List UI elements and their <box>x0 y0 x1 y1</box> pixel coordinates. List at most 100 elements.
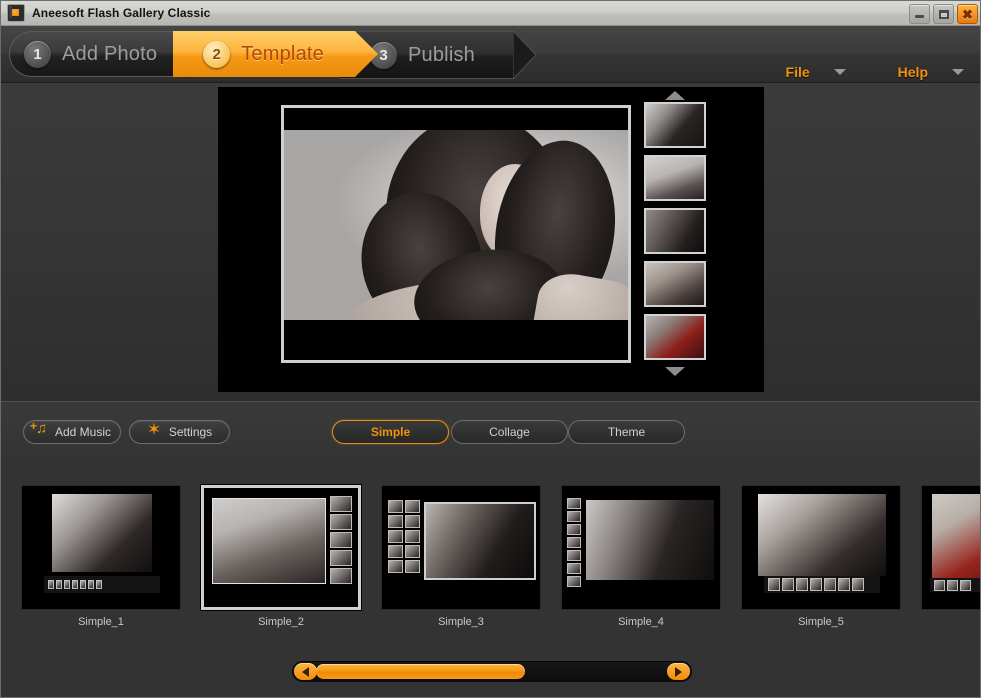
mini-thumb <box>796 578 808 591</box>
preview-area <box>1 83 980 401</box>
mini-row <box>388 545 420 558</box>
settings-label: Settings <box>168 425 213 439</box>
tools-icon <box>147 420 163 440</box>
mini-thumb <box>567 563 581 574</box>
application-window: Aneesoft Flash Gallery Classic ✖ 1 Add P… <box>0 0 981 698</box>
template-thumb-simple-2[interactable] <box>201 485 361 610</box>
title-bar: Aneesoft Flash Gallery Classic ✖ <box>1 1 980 26</box>
step-navigation-bar: 1 Add Photo 2 Template 3 Publish File He… <box>1 26 980 83</box>
preview-main-photo-frame[interactable] <box>281 105 631 363</box>
menu-help[interactable]: Help <box>898 64 964 80</box>
mini-thumb <box>388 545 403 558</box>
tab-simple[interactable]: Simple <box>332 420 449 444</box>
template-mini-strip <box>330 496 352 584</box>
mini-thumb <box>934 580 945 591</box>
mini-thumb <box>56 580 62 589</box>
template-label-simple-3: Simple_3 <box>438 616 484 628</box>
mini-thumb <box>405 500 420 513</box>
scroll-up-icon[interactable] <box>665 91 685 100</box>
scroll-right-button[interactable] <box>667 663 690 680</box>
mini-thumb <box>330 568 352 584</box>
scroll-left-icon <box>302 666 309 677</box>
mini-thumb <box>405 515 420 528</box>
template-photo <box>52 494 152 572</box>
tab-theme[interactable]: Theme <box>568 420 685 444</box>
mini-thumb <box>330 532 352 548</box>
mini-row <box>388 530 420 543</box>
mini-thumb <box>567 537 581 548</box>
mini-thumb <box>824 578 836 591</box>
step-add-photo[interactable]: 1 Add Photo <box>9 31 211 78</box>
mini-thumb <box>388 530 403 543</box>
template-preview <box>742 486 900 609</box>
template-label-simple-1: Simple_1 <box>78 616 124 628</box>
template-preview <box>204 488 358 607</box>
menu-file[interactable]: File <box>786 64 846 80</box>
template-preview <box>922 486 980 609</box>
maximize-icon <box>938 9 949 19</box>
template-thumb-simple-4[interactable] <box>561 485 721 610</box>
preview-thumb-4[interactable] <box>644 261 706 307</box>
template-mini-strip <box>934 580 971 591</box>
preview-filmstrip <box>640 91 710 388</box>
template-preview <box>382 486 540 609</box>
gallery-scroll-area <box>1 657 980 697</box>
mini-thumb <box>782 578 794 591</box>
scrollbar-thumb[interactable] <box>316 664 525 679</box>
scroll-left-button[interactable] <box>294 663 317 680</box>
mini-thumb <box>405 530 420 543</box>
add-music-button[interactable]: Add Music <box>23 419 121 444</box>
preview-stage[interactable] <box>218 87 764 392</box>
template-mini-strip <box>48 580 102 589</box>
close-icon: ✖ <box>962 6 973 22</box>
template-label-simple-5: Simple_5 <box>798 616 844 628</box>
template-preview <box>22 486 180 609</box>
template-gallery: Simple_1 Simple_2 Simple_3 Simple_4 Simp… <box>1 459 980 657</box>
template-photo <box>212 498 326 584</box>
mini-thumb <box>567 524 581 535</box>
template-label-simple-4: Simple_4 <box>618 616 664 628</box>
preview-main-photo <box>284 130 628 320</box>
template-thumb-simple-5[interactable] <box>741 485 901 610</box>
tab-collage[interactable]: Collage <box>451 420 568 444</box>
template-thumb-simple-1[interactable] <box>21 485 181 610</box>
preview-thumb-5[interactable] <box>644 314 706 360</box>
mini-thumb <box>88 580 94 589</box>
template-photo <box>424 502 536 580</box>
mini-thumb <box>405 560 420 573</box>
mini-thumb <box>64 580 70 589</box>
mini-thumb <box>388 500 403 513</box>
window-controls: ✖ <box>909 4 978 24</box>
minimize-icon <box>915 15 924 18</box>
gallery-scrollbar[interactable] <box>292 661 692 682</box>
step-number-1: 1 <box>24 40 51 68</box>
minimize-button[interactable] <box>909 4 930 24</box>
mini-thumb <box>852 578 864 591</box>
mini-thumb <box>405 545 420 558</box>
settings-button[interactable]: Settings <box>129 420 230 444</box>
preview-thumb-3[interactable] <box>644 208 706 254</box>
step-template[interactable]: 2 Template <box>173 31 378 77</box>
template-mini-strip <box>768 578 864 591</box>
preview-thumb-2[interactable] <box>644 155 706 201</box>
maximize-button[interactable] <box>933 4 954 24</box>
step-label-publish: Publish <box>407 43 475 66</box>
step-chevron-2-icon <box>352 31 378 77</box>
mini-thumb <box>768 578 780 591</box>
preview-thumb-1[interactable] <box>644 102 706 148</box>
mini-thumb <box>96 580 102 589</box>
music-note-plus-icon <box>30 419 49 439</box>
close-button[interactable]: ✖ <box>957 4 978 24</box>
template-label-simple-2: Simple_2 <box>258 616 304 628</box>
chevron-down-icon <box>833 69 846 75</box>
template-thumb-next-partial[interactable] <box>921 485 980 610</box>
template-thumb-simple-3[interactable] <box>381 485 541 610</box>
add-music-label: Add Music <box>54 425 112 439</box>
mini-thumb <box>947 580 958 591</box>
mini-thumb <box>48 580 54 589</box>
step-label-template: Template <box>241 42 324 65</box>
menu-file-label: File <box>785 64 810 80</box>
scroll-down-icon[interactable] <box>665 367 685 376</box>
scroll-right-icon <box>675 666 682 677</box>
menu-bar: File Help <box>786 64 964 80</box>
